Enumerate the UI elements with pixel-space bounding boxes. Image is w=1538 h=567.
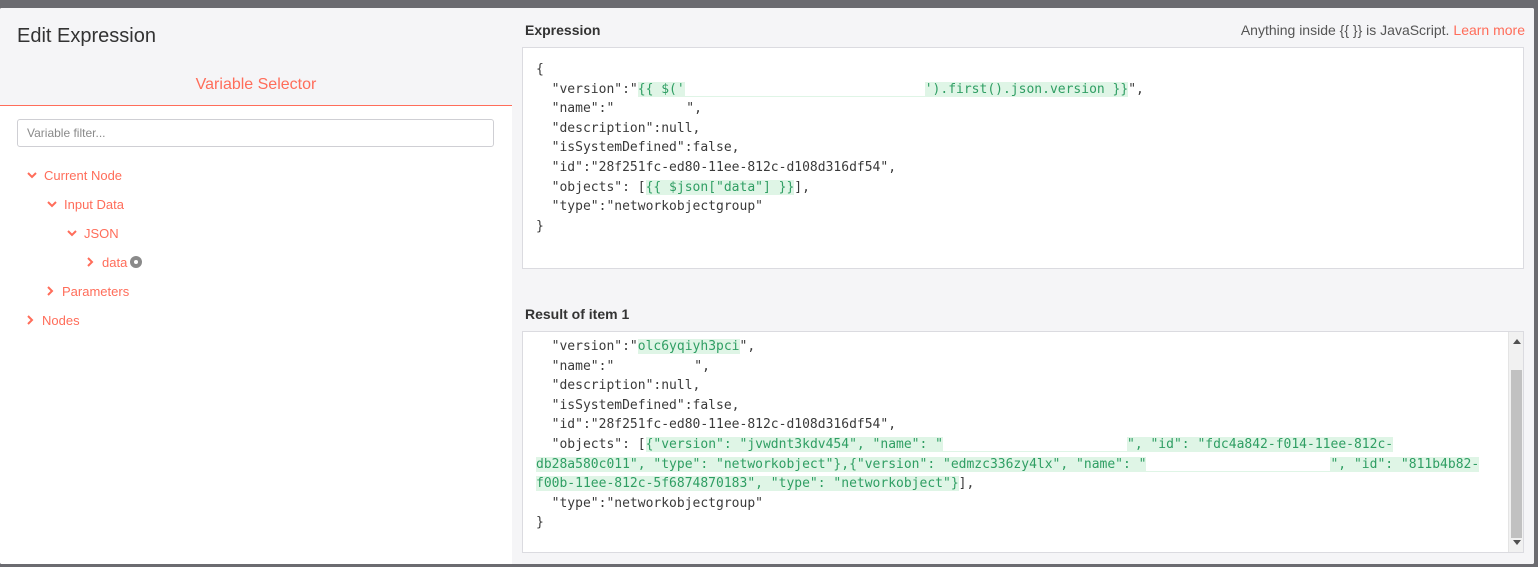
- code-line: "isSystemDefined":false,: [536, 140, 740, 156]
- variable-selector-panel: Edit Expression Variable Selector Curren…: [0, 8, 512, 564]
- code-line: "description":null,: [536, 378, 701, 394]
- code-line: "name":": [536, 101, 615, 117]
- redacted-text: [943, 437, 1127, 452]
- code-line: }: [536, 218, 544, 234]
- code-line: "objects": [: [536, 436, 646, 452]
- code-line: "version":": [536, 339, 638, 354]
- expression-highlight: {{ $(' ').first().json.version }}: [637, 81, 1129, 97]
- chevron-right-icon: [27, 315, 34, 325]
- chevron-down-icon: [67, 230, 77, 237]
- chevron-down-icon: [47, 201, 57, 208]
- scroll-up-icon[interactable]: [1509, 334, 1523, 348]
- code-line: "type":"networkobjectgroup": [536, 199, 763, 215]
- expression-panel: Expression Anything inside {{ }} is Java…: [512, 8, 1534, 564]
- redacted-text: [1146, 457, 1331, 472]
- redacted-text: [614, 101, 687, 116]
- tree-item-label: JSON: [84, 225, 119, 241]
- scrollbar-thumb[interactable]: [1511, 370, 1522, 538]
- tree-item-label: Parameters: [62, 283, 130, 299]
- expression-highlight: {{ $json["data"] }}: [645, 179, 795, 195]
- code-line: "objects": [: [536, 179, 646, 195]
- result-highlight: db28a580c011", "type": "networkobject"},…: [536, 456, 1480, 472]
- tree-item-nodes[interactable]: Nodes: [23, 311, 80, 329]
- variable-filter-input[interactable]: [17, 119, 494, 147]
- tree-item-label: data: [102, 254, 128, 270]
- tree-item-label: Input Data: [64, 196, 124, 212]
- result-scrollbar[interactable]: [1508, 332, 1523, 552]
- code-line: "version":": [536, 81, 638, 97]
- tab-variable-selector[interactable]: Variable Selector: [0, 76, 512, 94]
- result-highlight: {"version": "jvwdnt3kdv454", "name": " ",…: [645, 436, 1394, 452]
- info-dot-icon[interactable]: [130, 256, 143, 268]
- expression-editor[interactable]: { "version":"{{ $(' ').first().json.versi…: [522, 47, 1524, 269]
- learn-more-link[interactable]: Learn more: [1453, 22, 1525, 38]
- result-output: "version":"olc6yqiyh3pci", "name":" ", "d…: [522, 331, 1524, 553]
- chevron-down-icon: [27, 172, 37, 179]
- code-line: "type":"networkobjectgroup": [536, 495, 763, 511]
- expression-label: Expression: [525, 22, 601, 38]
- tree-item-json[interactable]: JSON: [65, 224, 119, 242]
- code-line: "name":": [536, 358, 615, 374]
- chevron-right-icon: [47, 286, 54, 296]
- code-line: "id":"28f251fc-ed80-11ee-812c-d108d316df…: [536, 159, 897, 175]
- tree-item-data[interactable]: data: [83, 253, 143, 271]
- redacted-text: [614, 359, 695, 374]
- chevron-right-icon: [87, 257, 94, 267]
- code-line: }: [536, 515, 544, 531]
- code-line: "isSystemDefined":false,: [536, 397, 740, 413]
- tree-item-input-data[interactable]: Input Data: [45, 195, 124, 213]
- edit-expression-dialog: Edit Expression Variable Selector Curren…: [0, 8, 1534, 564]
- result-label: Result of item 1: [525, 306, 630, 322]
- tree-item-parameters[interactable]: Parameters: [43, 282, 129, 300]
- hint-text: Anything inside {{ }} is JavaScript.: [1240, 22, 1450, 38]
- code-line: {: [536, 62, 544, 77]
- tree-item-current-node[interactable]: Current Node: [25, 166, 122, 184]
- tree-item-label: Nodes: [42, 312, 80, 328]
- code-line: "description":null,: [536, 120, 701, 136]
- result-highlight: olc6yqiyh3pci: [637, 339, 740, 354]
- dialog-header: Edit Expression Variable Selector: [0, 8, 512, 106]
- javascript-hint: Anything inside {{ }} is JavaScript. Lear…: [1241, 22, 1525, 38]
- result-highlight: f00b-11ee-812c-5f6874870183", "type": "n…: [536, 476, 959, 492]
- scroll-down-icon[interactable]: [1509, 536, 1523, 550]
- code-line: "id":"28f251fc-ed80-11ee-812c-d108d316df…: [536, 417, 897, 433]
- tree-item-label: Current Node: [44, 167, 123, 183]
- redacted-text: [684, 82, 925, 97]
- dialog-title: Edit Expression: [17, 25, 156, 47]
